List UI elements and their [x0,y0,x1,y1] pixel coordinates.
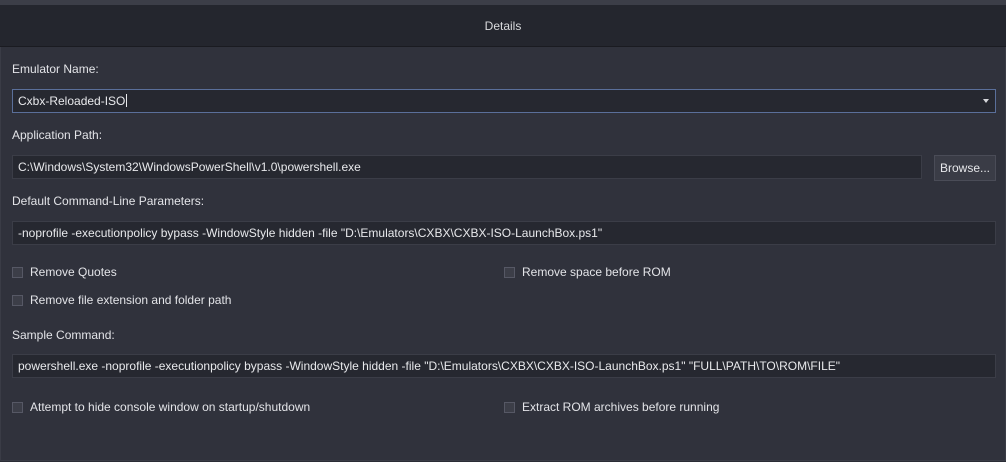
remove-quotes-label: Remove Quotes [30,265,117,279]
default-params-input[interactable]: -noprofile -executionpolicy bypass -Wind… [12,221,996,245]
remove-space-checkbox[interactable] [504,266,515,278]
remove-space-option[interactable]: Remove space before ROM [504,265,671,279]
remove-extension-checkbox[interactable] [12,294,23,306]
browse-button[interactable]: Browse... [934,155,996,181]
application-path-input[interactable]: C:\Windows\System32\WindowsPowerShell\v1… [12,155,922,179]
remove-quotes-option[interactable]: Remove Quotes [12,265,117,279]
remove-space-label: Remove space before ROM [522,265,671,279]
sample-command-label: Sample Command: [12,328,115,342]
hide-console-label: Attempt to hide console window on startu… [30,400,311,414]
remove-extension-option[interactable]: Remove file extension and folder path [12,293,231,307]
extract-archives-checkbox[interactable] [504,401,515,413]
hide-console-checkbox[interactable] [12,401,23,413]
extract-archives-label: Extract ROM archives before running [522,400,720,414]
text-cursor [126,94,128,107]
chevron-down-icon[interactable] [983,99,989,103]
application-path-label: Application Path: [12,128,103,142]
details-title: Details [484,18,522,33]
details-header: Details [0,5,1006,47]
remove-extension-label: Remove file extension and folder path [30,293,232,307]
remove-quotes-checkbox[interactable] [12,266,23,278]
emulator-name-value: Cxbx-Reloaded-ISO [18,94,126,108]
emulator-name-label: Emulator Name: [12,62,99,76]
default-params-label: Default Command-Line Parameters: [12,194,205,208]
emulator-name-combobox[interactable]: Cxbx-Reloaded-ISO [12,89,996,113]
extract-archives-option[interactable]: Extract ROM archives before running [504,400,719,414]
sample-command-field[interactable]: powershell.exe -noprofile -executionpoli… [12,354,996,378]
hide-console-option[interactable]: Attempt to hide console window on startu… [12,400,310,414]
